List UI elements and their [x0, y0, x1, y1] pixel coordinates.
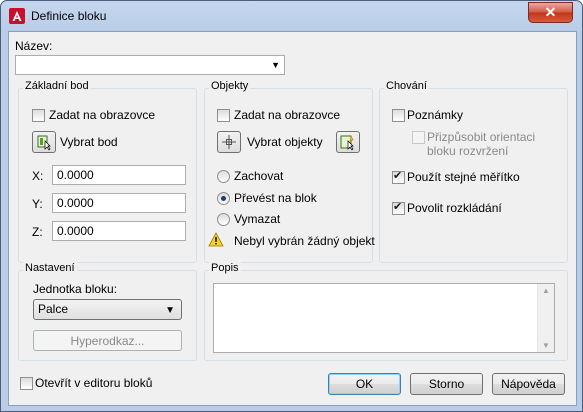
- annotative-label: Poznámky: [407, 108, 464, 122]
- autocad-app-icon: [9, 8, 25, 24]
- z-field[interactable]: 0.0000: [52, 221, 186, 241]
- close-icon: ✕: [544, 4, 557, 20]
- description-textarea[interactable]: ▲ ▼: [213, 283, 555, 353]
- delete-radio[interactable]: [217, 213, 230, 226]
- no-object-selected-warning: Nebyl vybrán žádný objekt: [234, 234, 375, 248]
- annotative-checkbox[interactable]: [392, 109, 405, 122]
- chevron-down-icon: ▼: [271, 60, 280, 70]
- x-label: X:: [32, 169, 44, 183]
- objects-specify-on-screen-label: Zadat na obrazovce: [234, 108, 341, 122]
- uniform-scale-checkbox[interactable]: [392, 169, 405, 184]
- convert-to-block-radio[interactable]: [217, 192, 230, 205]
- chevron-down-icon: ▼: [165, 305, 175, 316]
- pick-point-icon: [37, 135, 51, 151]
- z-label: Z:: [32, 225, 43, 239]
- description-title: Popis: [209, 262, 241, 274]
- match-orientation-checkbox[interactable]: [412, 131, 425, 144]
- allow-explode-label: Povolit rozkládání: [407, 201, 502, 215]
- close-button[interactable]: ✕: [528, 2, 573, 23]
- delete-label: Vymazat: [234, 212, 281, 226]
- select-objects-button[interactable]: [217, 131, 241, 153]
- pick-point-button[interactable]: [32, 131, 56, 153]
- quick-select-icon: [340, 135, 354, 151]
- retain-label: Zachovat: [234, 169, 284, 183]
- match-orientation-label: Přizpůsobit orientaci bloku rozvržení: [427, 130, 536, 158]
- name-label: Název:: [15, 39, 53, 53]
- name-combobox[interactable]: ▼: [15, 55, 285, 75]
- settings-title: Nastavení: [23, 262, 77, 274]
- y-label: Y:: [32, 197, 43, 211]
- y-field[interactable]: 0.0000: [52, 193, 186, 213]
- hyperlink-button[interactable]: Hyperodkaz...: [33, 330, 182, 351]
- base-specify-on-screen-checkbox[interactable]: [32, 109, 45, 122]
- help-button[interactable]: Nápověda: [492, 373, 565, 395]
- open-in-editor-label: Otevřít v editoru bloků: [35, 376, 153, 390]
- open-in-editor-checkbox[interactable]: [20, 377, 33, 390]
- convert-to-block-label: Převést na blok: [234, 191, 317, 205]
- crosshair-icon: [222, 135, 236, 149]
- warning-icon: [208, 232, 224, 247]
- objects-specify-on-screen-checkbox[interactable]: [217, 109, 230, 122]
- allow-explode-checkbox[interactable]: [392, 200, 405, 215]
- block-unit-select[interactable]: Palce ▼: [33, 299, 182, 320]
- title-bar[interactable]: Definice bloku ✕: [1, 1, 582, 31]
- block-unit-label: Jednotka bloku:: [33, 282, 118, 296]
- uniform-scale-label: Použít stejné měřítko: [407, 170, 520, 184]
- dialog-title: Definice bloku: [31, 9, 107, 23]
- quick-select-button[interactable]: [336, 131, 360, 153]
- base-point-title: Základní bod: [23, 80, 91, 92]
- pick-point-label: Vybrat bod: [60, 135, 118, 149]
- objects-title: Objekty: [209, 80, 251, 92]
- select-objects-label: Vybrat objekty: [247, 135, 323, 149]
- dialog-body: Název: ▼ Základní bod Zadat na obrazovce…: [8, 31, 577, 406]
- scroll-down-icon[interactable]: ▼: [542, 341, 550, 350]
- description-scrollbar[interactable]: ▲ ▼: [537, 284, 554, 352]
- cancel-button[interactable]: Storno: [410, 373, 483, 395]
- behavior-title: Chování: [384, 80, 429, 92]
- dialog-window: Definice bloku ✕ Název: ▼ Základní bod Z…: [0, 0, 583, 412]
- scroll-up-icon[interactable]: ▲: [542, 286, 550, 295]
- base-specify-on-screen-label: Zadat na obrazovce: [49, 108, 156, 122]
- x-field[interactable]: 0.0000: [52, 165, 186, 185]
- ok-button[interactable]: OK: [328, 373, 401, 395]
- retain-radio[interactable]: [217, 170, 230, 183]
